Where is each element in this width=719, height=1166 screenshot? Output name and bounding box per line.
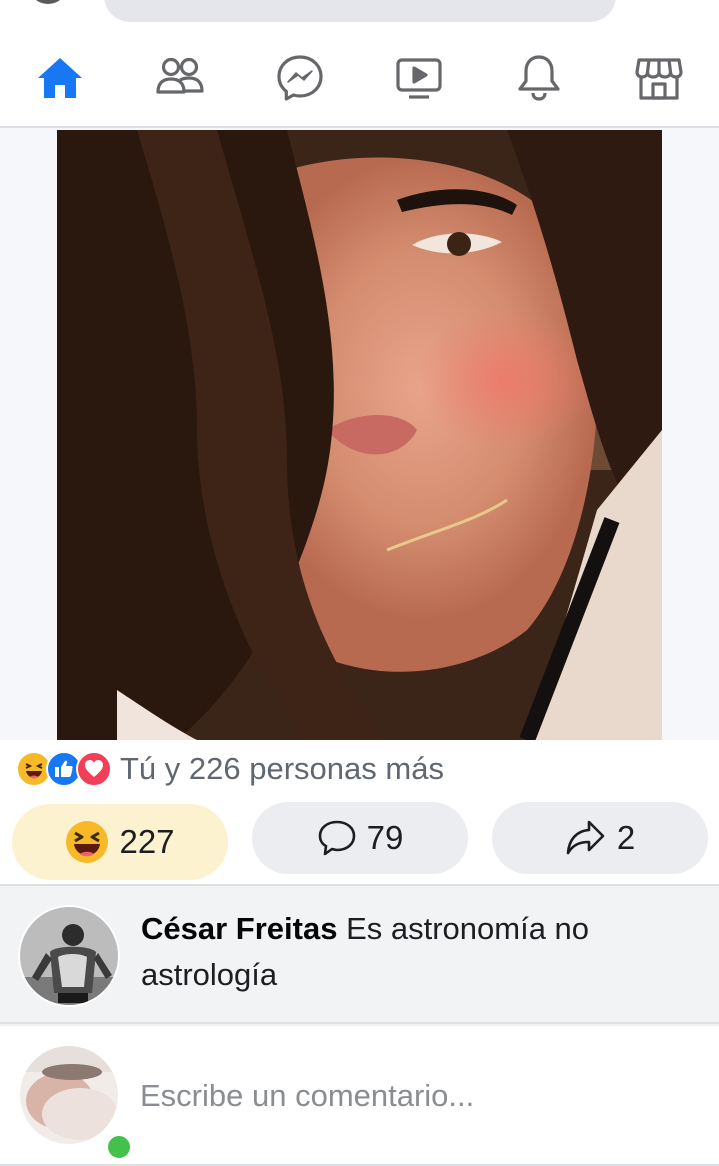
nav-marketplace[interactable] bbox=[599, 30, 719, 126]
share-count: 2 bbox=[616, 819, 636, 856]
nav-watch[interactable] bbox=[359, 30, 479, 126]
portrait-image bbox=[57, 130, 662, 740]
comment-icon bbox=[318, 820, 355, 856]
nav-home[interactable] bbox=[0, 30, 120, 126]
comment-composer bbox=[0, 1026, 719, 1166]
comment-input[interactable] bbox=[140, 1074, 680, 1118]
friends-icon bbox=[156, 57, 204, 94]
video-icon bbox=[396, 58, 442, 99]
avatar[interactable] bbox=[18, 905, 120, 1007]
comment-author[interactable]: César Freitas bbox=[141, 911, 337, 946]
nav-friends[interactable] bbox=[120, 30, 240, 126]
bell-icon bbox=[518, 55, 560, 101]
messenger-icon bbox=[276, 55, 323, 101]
back-icon[interactable] bbox=[28, 0, 68, 4]
user-avatar[interactable] bbox=[18, 1044, 120, 1146]
reactions-text: Tú y 226 personas más bbox=[120, 751, 444, 786]
post-actions: 227 79 2 bbox=[0, 798, 719, 886]
love-icon bbox=[76, 751, 112, 787]
post-photo[interactable] bbox=[57, 130, 662, 740]
react-button[interactable]: 227 bbox=[12, 804, 228, 880]
post: Tú y 226 personas más 227 79 2 César Fre… bbox=[0, 128, 719, 1166]
haha-icon bbox=[66, 821, 109, 863]
comment-button[interactable]: 79 bbox=[252, 802, 468, 874]
comment-item[interactable]: César Freitas Es astronomía no astrologí… bbox=[0, 888, 719, 1024]
top-search-area bbox=[0, 0, 719, 30]
search-bar[interactable] bbox=[104, 0, 616, 22]
nav-notifications[interactable] bbox=[479, 30, 599, 126]
reaction-icons bbox=[16, 751, 112, 787]
reaction-count: 227 bbox=[119, 823, 175, 860]
online-status-indicator bbox=[104, 1132, 134, 1162]
store-icon bbox=[635, 58, 683, 100]
share-button[interactable]: 2 bbox=[492, 802, 708, 874]
nav-messenger[interactable] bbox=[240, 30, 360, 126]
comment-count: 79 bbox=[366, 819, 404, 856]
home-icon bbox=[37, 58, 82, 98]
post-media bbox=[0, 128, 719, 740]
main-nav bbox=[0, 30, 719, 128]
share-icon bbox=[566, 820, 605, 855]
reactions-summary[interactable]: Tú y 226 personas más bbox=[0, 740, 719, 798]
comment-body: César Freitas Es astronomía no astrologí… bbox=[141, 906, 681, 998]
